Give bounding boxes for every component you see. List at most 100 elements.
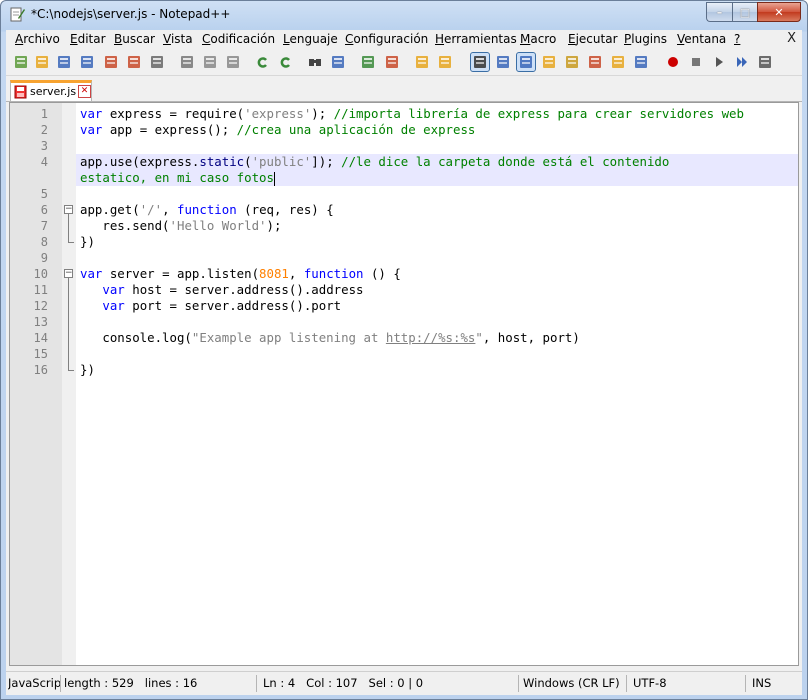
- code-token: , host, port): [482, 330, 580, 345]
- undo-button[interactable]: [253, 53, 271, 71]
- code-token: app.get(: [80, 202, 140, 217]
- show-all-chars-button[interactable]: [494, 53, 512, 71]
- monitor-button[interactable]: [632, 53, 650, 71]
- menu-bar: Archivo Editar Buscar Vista Codificación Leng…: [6, 30, 802, 50]
- sync-horizontal-button[interactable]: [436, 53, 454, 71]
- replace-icon: [332, 56, 344, 68]
- save-macro-button[interactable]: [756, 53, 774, 71]
- code-line: var app = express(); //crea una aplicaci…: [76, 122, 798, 138]
- line-number: 1: [40, 107, 48, 121]
- new-file-icon: [15, 56, 27, 68]
- fold-toggle-icon[interactable]: −: [64, 205, 73, 214]
- close-all-icon: [128, 56, 140, 68]
- user-language-button[interactable]: [540, 53, 558, 71]
- code-token: console.log(: [80, 330, 192, 345]
- status-language: JavaScript: [8, 675, 61, 692]
- stop-record-button[interactable]: [687, 53, 705, 71]
- save-macro-icon: [759, 56, 771, 68]
- paste-button[interactable]: [224, 53, 242, 71]
- menu-lenguaje[interactable]: Lenguaje: [283, 32, 338, 46]
- menu-ventana[interactable]: Ventana: [677, 32, 726, 46]
- client-area: Archivo Editar Buscar Vista Codificación Leng…: [6, 30, 802, 695]
- menu-help[interactable]: ?: [734, 32, 740, 46]
- replace-button[interactable]: [329, 53, 347, 71]
- menu-vista[interactable]: Vista: [163, 32, 193, 46]
- tab-close-button[interactable]: ✕: [78, 85, 91, 98]
- save-button[interactable]: [55, 53, 73, 71]
- save-all-button[interactable]: [78, 53, 96, 71]
- print-button[interactable]: [148, 53, 166, 71]
- close-button[interactable]: [102, 53, 120, 71]
- tab-server-js[interactable]: server.js ✕: [10, 80, 92, 101]
- undo-icon: [257, 57, 267, 68]
- copy-button[interactable]: [201, 53, 219, 71]
- run-macro-multiple-button[interactable]: [733, 53, 751, 71]
- status-length: length : 529: [64, 676, 134, 690]
- save-all-icon: [81, 56, 93, 68]
- line-number: 12: [33, 299, 48, 313]
- close-all-button[interactable]: [125, 53, 143, 71]
- show-all-chars-icon: [497, 56, 509, 68]
- menu-plugins[interactable]: Plugins: [624, 32, 667, 46]
- cut-button[interactable]: [178, 53, 196, 71]
- menu-buscar[interactable]: Buscar: [114, 32, 155, 46]
- status-eol: Windows (CR LF): [523, 675, 627, 692]
- menu-codificaci-n[interactable]: Codificación: [202, 32, 275, 46]
- code-editor[interactable]: 1 2 3 4 5 6 7 8 9 10 11 12 13 14 15 16 − − var express =…: [9, 102, 799, 666]
- code-token: }): [80, 234, 95, 249]
- unsaved-file-icon: [14, 85, 27, 99]
- status-sel: Sel : 0 | 0: [368, 676, 424, 690]
- document-map-icon: [566, 56, 578, 68]
- code-token: () {: [363, 266, 401, 281]
- notepad-app-icon: [10, 7, 25, 22]
- menu-archivo[interactable]: Archivo: [15, 32, 60, 46]
- code-token: express = require(: [102, 106, 245, 121]
- zoom-out-icon: [386, 56, 398, 68]
- menu-configuraci-n[interactable]: Configuración: [345, 32, 428, 46]
- line-number: 7: [40, 219, 48, 233]
- minimize-button[interactable]: –: [706, 2, 732, 22]
- cut-icon: [181, 56, 193, 68]
- title-bar[interactable]: *C:\nodejs\server.js - Notepad++ – □ ✕: [1, 1, 807, 29]
- function-list-button[interactable]: [586, 53, 604, 71]
- find-button[interactable]: [306, 53, 324, 71]
- toolbar: [6, 50, 802, 76]
- open-file-button[interactable]: [33, 53, 51, 71]
- code-token: '/': [139, 202, 163, 217]
- menu-editar[interactable]: Editar: [70, 32, 106, 46]
- code-area[interactable]: var express = require('express'); //impo…: [76, 103, 798, 665]
- menu-ejecutar[interactable]: Ejecutar: [568, 32, 618, 46]
- status-lines: lines : 16: [144, 676, 198, 690]
- record-macro-button[interactable]: [664, 53, 682, 71]
- monitor-icon: [635, 56, 647, 68]
- status-ln: Ln : 4: [263, 676, 296, 690]
- folder-workspace-button[interactable]: [609, 53, 627, 71]
- folder-workspace-icon: [612, 56, 624, 68]
- word-wrap-button[interactable]: [470, 52, 490, 72]
- line-number: 4: [40, 155, 48, 169]
- code-line: app.get('/', function (req, res) {: [76, 202, 798, 218]
- close-document-button[interactable]: X: [787, 31, 796, 46]
- close-button[interactable]: ✕: [757, 2, 801, 22]
- code-token: (: [244, 154, 252, 169]
- fold-toggle-icon[interactable]: −: [64, 269, 73, 278]
- print-icon: [151, 56, 163, 68]
- document-map-button[interactable]: [563, 53, 581, 71]
- menu-herramientas[interactable]: Herramientas: [435, 32, 517, 46]
- indent-guide-button[interactable]: [516, 52, 536, 72]
- maximize-button[interactable]: □: [732, 2, 757, 22]
- new-file-button[interactable]: [12, 53, 30, 71]
- status-encoding: UTF-8: [633, 675, 746, 692]
- sync-vertical-button[interactable]: [413, 53, 431, 71]
- zoom-in-button[interactable]: [359, 53, 377, 71]
- redo-button[interactable]: [276, 53, 294, 71]
- status-position: Ln : 4 Col : 107 Sel : 0 | 0: [263, 675, 519, 692]
- zoom-out-button[interactable]: [383, 53, 401, 71]
- menu-macro[interactable]: Macro: [520, 32, 556, 46]
- run-macro-multiple-icon: [737, 57, 747, 67]
- fold-margin[interactable]: − −: [62, 103, 76, 665]
- code-line: estatico, en mi caso fotos: [76, 170, 798, 186]
- play-macro-button[interactable]: [710, 53, 728, 71]
